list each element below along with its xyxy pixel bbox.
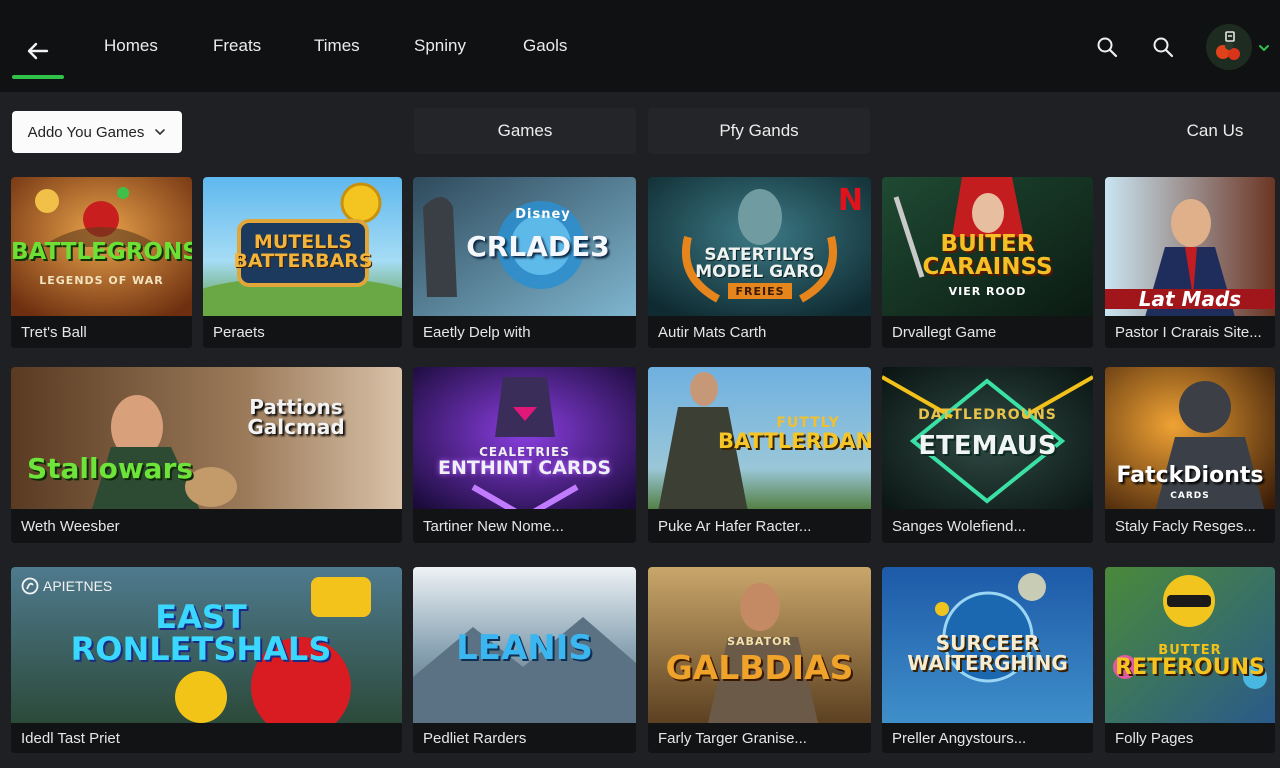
- game-logo-subtitle: Pattions Galcmad: [247, 395, 345, 439]
- game-title: Weth Weesber: [11, 509, 402, 543]
- game-logo-subtitle: VIER ROOD: [948, 285, 1027, 298]
- game-card[interactable]: SURCEER WAITERGHING Preller Angystours..…: [882, 567, 1093, 753]
- game-logo-subtitle: Disney: [515, 207, 571, 222]
- game-logo-subtitle: CARDS: [1170, 491, 1210, 501]
- game-title: Pedliet Rarders: [413, 723, 636, 753]
- game-card[interactable]: MUTELLS BATTERBARS Peraets: [203, 177, 402, 348]
- game-title: Folly Pages: [1105, 723, 1275, 753]
- game-logo-subtitle: LEGENDS OF WAR: [39, 274, 164, 287]
- user-avatar-icon: [1206, 24, 1252, 70]
- game-logo-subtitle: FREIES: [735, 285, 785, 298]
- game-title: Eaetly Delp with: [413, 316, 636, 348]
- game-logo-text: ENTHINT CARDS: [437, 457, 612, 479]
- nav-item-spniny[interactable]: Spniny: [414, 36, 466, 56]
- game-card[interactable]: Disney CRLADE3 Eaetly Delp with: [413, 177, 636, 348]
- game-card[interactable]: BATTLEGRONS LEGENDS OF WAR Tret's Ball: [11, 177, 192, 348]
- game-title: Tartiner New Nome...: [413, 509, 636, 543]
- game-card[interactable]: CEALETRIES ENTHINT CARDS Tartiner New No…: [413, 367, 636, 543]
- game-card[interactable]: Pattions Galcmad Stallowars Weth Weesber: [11, 367, 402, 543]
- chevron-down-icon: [1259, 45, 1269, 52]
- game-logo-text: GALBDIAS: [665, 648, 854, 687]
- game-cover-image: [413, 367, 636, 512]
- nav-item-gaols[interactable]: Gaols: [523, 36, 567, 56]
- game-logo-text: Stallowars: [26, 452, 194, 485]
- game-logo-text: Lat Mads: [1105, 289, 1275, 309]
- nav-item-freats[interactable]: Freats: [213, 36, 261, 56]
- game-card[interactable]: DATTLEDROUNS ETEMAUS Sanges Wolefiend...: [882, 367, 1093, 543]
- game-logo-text: SURCEER WAITERGHING: [907, 631, 1068, 675]
- active-tab-indicator: [12, 75, 64, 79]
- avatar[interactable]: [1206, 24, 1252, 70]
- dropdown-label: Addo You Games: [27, 123, 145, 141]
- game-logo-text: RETEROUNS: [1115, 655, 1265, 680]
- game-card[interactable]: SATERTILYS MODEL GARO FREIES N Autir Mat…: [648, 177, 871, 348]
- game-title: Tret's Ball: [11, 316, 192, 348]
- game-cover-image: [11, 367, 402, 512]
- account-menu-chevron[interactable]: [1258, 40, 1270, 58]
- game-logo-text: ETEMAUS: [918, 431, 1057, 461]
- game-logo-text: LEANIS: [456, 628, 593, 668]
- game-logo-text: BATTLERDANS: [718, 429, 871, 453]
- game-card[interactable]: Lat Mads Pastor I Crarais Site...: [1105, 177, 1275, 348]
- game-logo-text: CRLADE3: [466, 230, 610, 263]
- game-logo-text: BUITER CARAINSS: [922, 231, 1053, 280]
- game-card[interactable]: BUITER CARAINSS VIER ROOD Drvallegt Game: [882, 177, 1093, 348]
- game-logo-subtitle: DATTLEDROUNS: [918, 407, 1057, 423]
- game-title: Preller Angystours...: [882, 723, 1093, 753]
- search-button[interactable]: [1094, 34, 1120, 60]
- game-title: Staly Facly Resges...: [1105, 509, 1275, 543]
- game-title: Sanges Wolefiend...: [882, 509, 1093, 543]
- nav-item-times[interactable]: Times: [314, 36, 360, 56]
- game-card[interactable]: SABATOR GALBDIAS Farly Targer Granise...: [648, 567, 871, 753]
- nav-item-homes[interactable]: Homes: [104, 36, 158, 56]
- netflix-badge: N: [837, 183, 863, 218]
- game-title: Puke Ar Hafer Racter...: [648, 509, 871, 543]
- game-logo-text: BATTLEGRONS: [11, 239, 192, 265]
- game-card[interactable]: LEANIS Pedliet Rarders: [413, 567, 636, 753]
- game-card[interactable]: BUTTER RETEROUNS Folly Pages: [1105, 567, 1275, 753]
- tab-can-us[interactable]: Can Us: [1160, 108, 1270, 154]
- game-logo-subtitle: SABATOR: [727, 635, 792, 648]
- games-dropdown[interactable]: Addo You Games: [12, 111, 182, 153]
- search-button-secondary[interactable]: [1150, 34, 1176, 60]
- top-bar: Homes Freats Times Spniny Gaols: [0, 0, 1280, 92]
- game-card[interactable]: APIETNES EAST RONLETSHALS Idedl Tast Pri…: [11, 567, 402, 753]
- game-logo-text: FatckDionts: [1116, 463, 1264, 488]
- arrow-left-icon: [27, 42, 49, 60]
- game-title: Peraets: [203, 316, 402, 348]
- game-title: Drvallegt Game: [882, 316, 1093, 348]
- game-logo-text: MUTELLS BATTERBARS: [233, 231, 373, 272]
- game-card[interactable]: FUTTLY BATTLERDANS Puke Ar Hafer Racter.…: [648, 367, 871, 543]
- game-logo-text: SATERTILYS MODEL GARO: [695, 245, 824, 282]
- game-title: Autir Mats Carth: [648, 316, 871, 348]
- publisher-name: APIETNES: [43, 578, 113, 594]
- game-title: Pastor I Crarais Site...: [1105, 316, 1275, 348]
- brand-logo-icon: [21, 577, 39, 595]
- search-icon: [1153, 37, 1174, 58]
- publisher-brand: APIETNES: [21, 577, 112, 595]
- game-title: Idedl Tast Priet: [11, 723, 402, 753]
- tab-pfy-gands[interactable]: Pfy Gands: [648, 108, 870, 154]
- tab-games[interactable]: Games: [414, 108, 636, 154]
- back-button[interactable]: [12, 24, 64, 78]
- game-logo-text: EAST RONLETSHALS: [70, 598, 332, 668]
- game-card[interactable]: FatckDionts CARDS Staly Facly Resges...: [1105, 367, 1275, 543]
- chevron-down-icon: [155, 129, 166, 136]
- game-title: Farly Targer Granise...: [648, 723, 871, 753]
- search-icon: [1097, 37, 1118, 58]
